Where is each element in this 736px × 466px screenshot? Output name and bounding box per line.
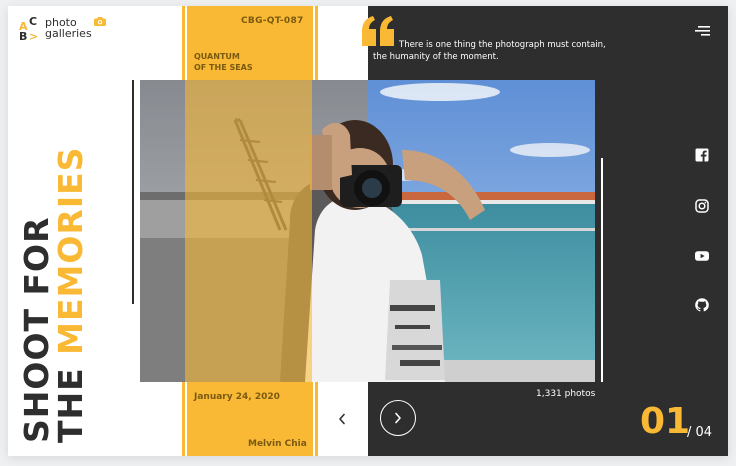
slide-counter-current: 01 (640, 401, 691, 442)
photographer-name: Melvin Chia (248, 439, 307, 449)
featured-photo[interactable] (140, 80, 595, 382)
photo-date: January 24, 2020 (194, 392, 280, 402)
site-logo[interactable]: A C B > photo galleries (19, 14, 119, 44)
decorative-rule (132, 80, 134, 304)
decorative-rule (601, 158, 603, 382)
next-button[interactable] (380, 400, 416, 436)
photo-count: 1,331 photos (536, 389, 596, 399)
featured-quote: There is one thing the photograph must c… (373, 39, 613, 63)
location-line1: QUANTUM (194, 52, 240, 61)
camera-icon (94, 17, 106, 26)
hero-title-line1: SHOOT FOR (17, 216, 56, 444)
logo-word-galleries: galleries (45, 27, 92, 40)
logo-letter: C (29, 15, 38, 28)
photo-highlight-overlay (185, 80, 312, 382)
logo-letter: B (19, 30, 28, 43)
previous-button[interactable] (334, 408, 350, 430)
quote-text: There is one thing the photograph must c… (373, 40, 606, 62)
chevron-right-icon (395, 412, 401, 424)
hero-title-highlight: MEMORIES (51, 146, 90, 355)
page-frame: A C B > photo galleries SHOOT FOR THE ME… (8, 6, 728, 456)
location-label: QUANTUM OF THE SEAS (194, 51, 284, 73)
hero-title: SHOOT FOR THE MEMORIES (17, 133, 90, 444)
hero-title-prefix: THE (51, 354, 90, 443)
menu-icon[interactable] (694, 24, 710, 38)
location-line2: OF THE SEAS (194, 63, 253, 72)
github-icon[interactable] (694, 297, 710, 313)
logo-wordmark: photo galleries (45, 17, 92, 39)
youtube-icon[interactable] (694, 248, 710, 264)
hero-title-line2: THE MEMORIES (51, 133, 90, 443)
instagram-icon[interactable] (694, 198, 710, 214)
logo-letter: > (29, 30, 39, 43)
chevron-left-icon (339, 413, 345, 425)
facebook-icon[interactable] (694, 147, 710, 163)
slide-counter-total: / 04 (687, 425, 713, 440)
photo-code: CBG-QT-087 (241, 16, 304, 26)
